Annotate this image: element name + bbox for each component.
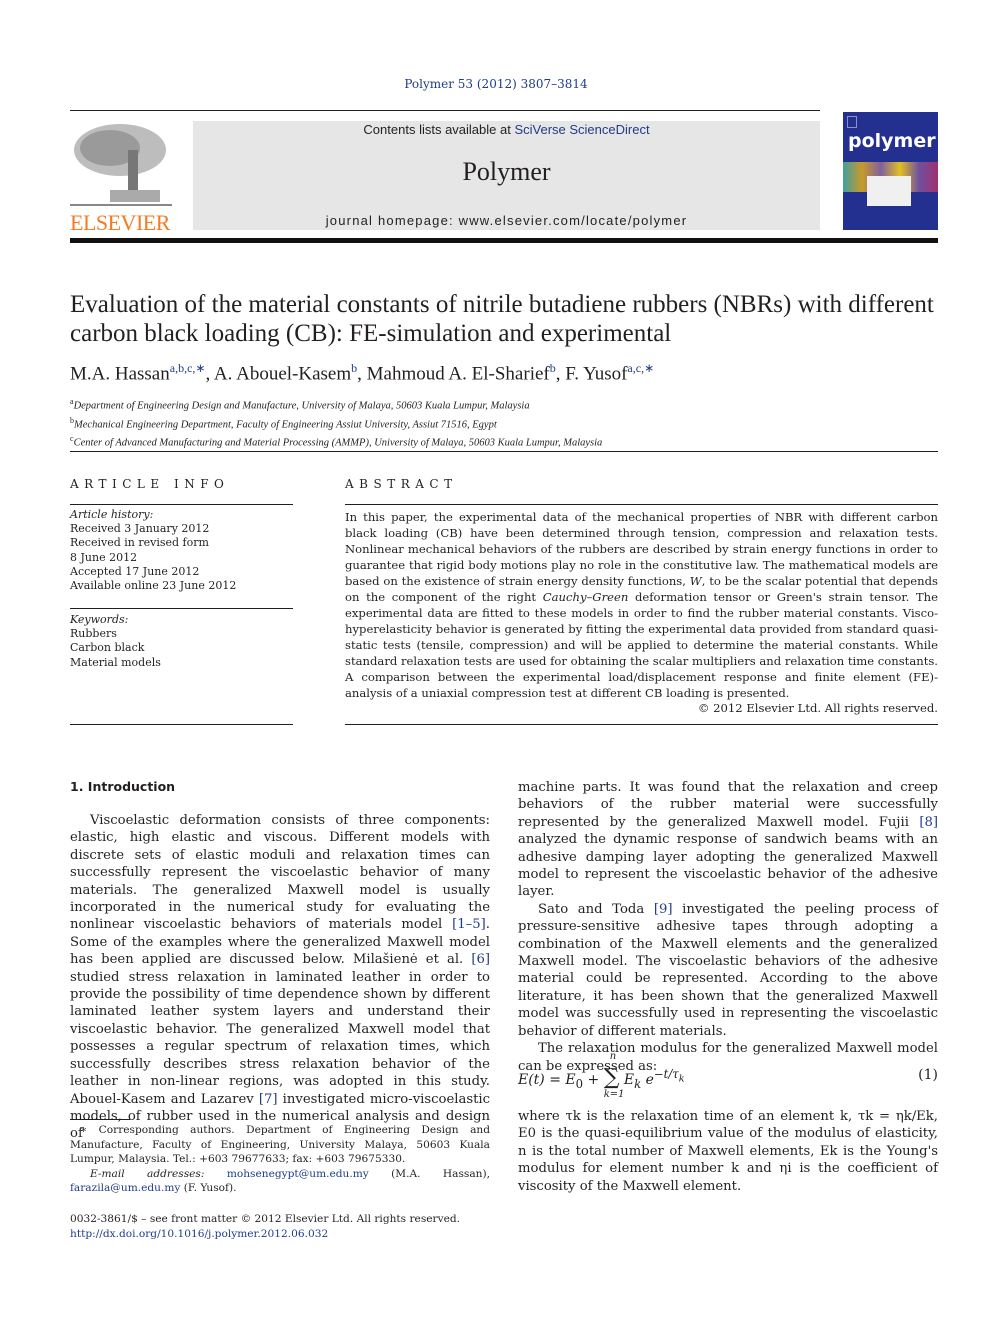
journal-cover-image: polymer [843, 112, 938, 230]
equation-1: E(t) = E0 + ∑ n k=1 Ek e−t/τk (1) [518, 1051, 938, 1105]
author-name: A. Abouel-Kasem [213, 363, 352, 385]
issn-line: 0032-3861/$ – see front matter © 2012 El… [70, 1213, 460, 1225]
history-item: Accepted 17 June 2012 [70, 564, 200, 578]
intro-paragraph-1: Viscoelastic deformation consists of thr… [70, 813, 491, 1142]
affiliation-list: aDepartment of Engineering Design and Ma… [70, 395, 950, 451]
email-link-hassan[interactable]: mohsenegypt@um.edu.my [227, 1168, 369, 1180]
history-item: Available online 23 June 2012 [70, 579, 237, 593]
journal-homepage[interactable]: journal homepage: www.elsevier.com/locat… [193, 213, 820, 228]
front-matter: 0032-3861/$ – see front matter © 2012 El… [70, 1212, 510, 1241]
equation-formula: E(t) = E0 + ∑ n k=1 Ek e−t/τk [518, 1051, 685, 1100]
author-list: M.A. Hassana,b,c,∗, A. Abouel-Kasemb, Ma… [70, 361, 655, 385]
footnote-rule [70, 1119, 130, 1120]
cover-title: polymer [848, 130, 936, 152]
ref-link-9[interactable]: [9] [654, 902, 673, 917]
keyword-item: Carbon black [70, 641, 145, 655]
abstract-rule [345, 504, 938, 505]
author-affiliation-marker[interactable]: b [550, 361, 556, 375]
keyword-list: Rubbers Carbon black Material models [70, 627, 293, 670]
article-info-heading: ARTICLE INFO [70, 477, 230, 491]
email-link-yusof[interactable]: farazila@um.edu.my [70, 1182, 180, 1194]
section-heading-introduction: 1. Introduction [70, 779, 176, 794]
sciencedirect-link[interactable]: SciVerse ScienceDirect [514, 122, 649, 137]
contents-line: Contents lists available at SciVerse Sci… [363, 122, 650, 137]
article-info-bottom-rule [70, 724, 293, 725]
intro-paragraph-2: Sato and Toda [9] investigated the peeli… [518, 901, 938, 1039]
history-label: Article history: [70, 508, 154, 521]
intro-left-column: Viscoelastic deformation consists of thr… [70, 812, 490, 1143]
history-item: Received in revised form [70, 536, 209, 550]
article-info-rule [70, 504, 293, 505]
author-name: F. Yusof [565, 363, 628, 385]
abstract-bottom-rule [345, 724, 938, 725]
author-name: M.A. Hassan [70, 363, 170, 385]
email-note: E-mail addresses: mohsenegypt@um.edu.my … [70, 1167, 490, 1195]
keywords-label: Keywords: [70, 613, 129, 626]
journal-citation-link[interactable]: Polymer 53 (2012) 3807–3814 [0, 77, 992, 91]
history-item: 8 June 2012 [70, 550, 138, 564]
author-name: Mahmoud A. El-Sharief [366, 363, 550, 385]
author-affiliation-marker[interactable]: a,b,c,∗ [170, 361, 206, 375]
abstract-copyright: © 2012 Elsevier Ltd. All rights reserved… [697, 701, 938, 715]
cover-chart-inset [867, 176, 911, 206]
affiliation-item: cCenter of Advanced Manufacturing and Ma… [70, 434, 603, 449]
intro-right-column: machine parts. It was found that the rel… [518, 779, 938, 1075]
keyword-item: Rubbers [70, 627, 117, 641]
history-item: Received 3 January 2012 [70, 522, 210, 536]
corresponding-author-note: ∗ Corresponding authors. Department of E… [70, 1124, 490, 1165]
elsevier-mini-icon [847, 116, 857, 128]
abstract-heading: ABSTRACT [345, 477, 458, 491]
ref-link-1-5[interactable]: [1–5] [452, 917, 486, 932]
journal-name: Polymer [462, 157, 551, 186]
doi-link[interactable]: http://dx.doi.org/10.1016/j.polymer.2012… [70, 1227, 510, 1242]
footnote-block: ∗ Corresponding authors. Department of E… [70, 1123, 490, 1196]
journal-banner: Contents lists available at SciVerse Sci… [193, 121, 820, 230]
ref-link-7[interactable]: [7] [259, 1092, 278, 1107]
keywords-rule [70, 608, 293, 609]
history-list: Received 3 January 2012 Received in revis… [70, 522, 293, 593]
keyword-item: Material models [70, 655, 161, 669]
intro-paragraph-continued: machine parts. It was found that the rel… [518, 780, 938, 900]
header-rule [70, 110, 820, 111]
author-affiliation-marker[interactable]: b [351, 361, 357, 375]
equation-explanation: where τk is the relaxation time of an el… [518, 1109, 938, 1194]
elsevier-wordmark: ELSEVIER [70, 210, 170, 235]
article-title: Evaluation of the material constants of … [70, 291, 934, 347]
affiliation-item: aDepartment of Engineering Design and Ma… [70, 397, 530, 412]
article-history: Article history: Received 3 January 2012… [70, 508, 293, 593]
title-rule [70, 451, 938, 452]
keywords-block: Keywords: Rubbers Carbon black Material mo… [70, 613, 293, 670]
ref-link-6[interactable]: [6] [471, 952, 490, 967]
abstract-text: In this paper, the experimental data of … [345, 510, 939, 700]
ref-link-8[interactable]: [8] [919, 815, 938, 830]
equation-number: (1) [918, 1067, 938, 1083]
author-affiliation-marker[interactable]: a,c,∗ [627, 361, 654, 375]
header-thick-rule [70, 238, 938, 243]
affiliation-item: bMechanical Engineering Department, Facu… [70, 415, 497, 431]
